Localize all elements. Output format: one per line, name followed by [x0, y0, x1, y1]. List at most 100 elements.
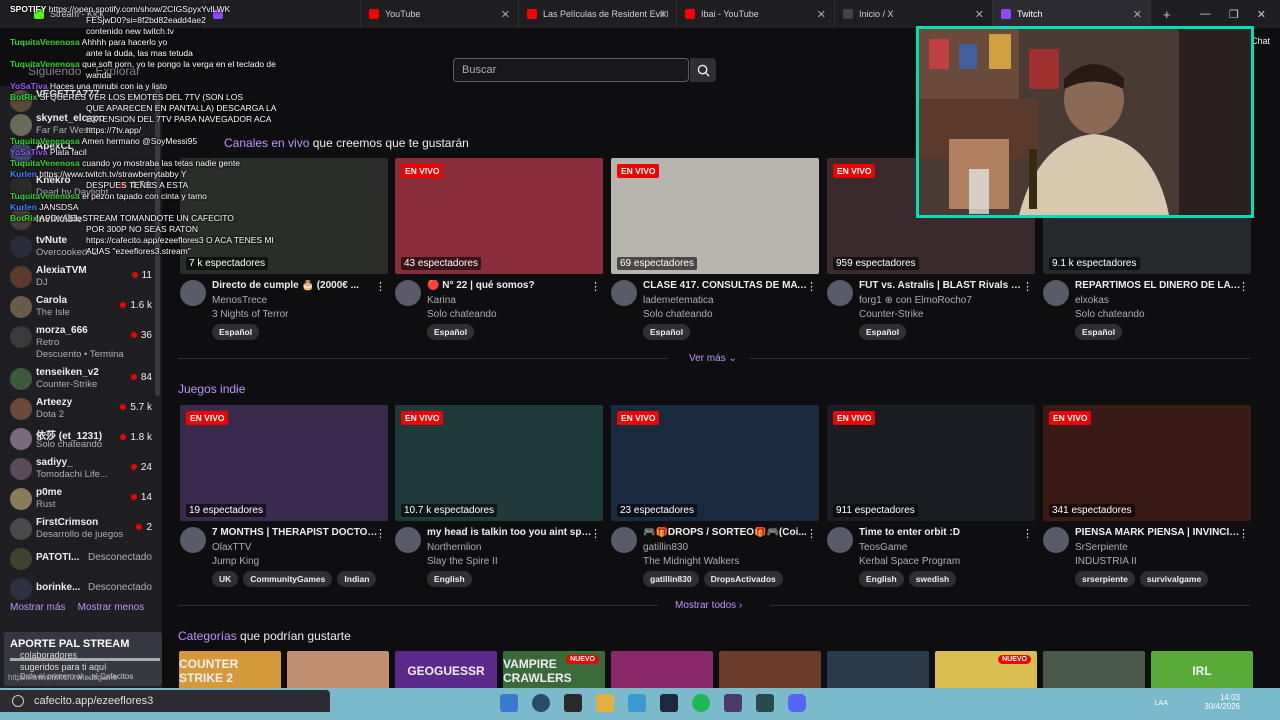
sidebar-item[interactable]: AlexiaTVM DJ 11 — [8, 262, 158, 292]
category-card[interactable] — [719, 651, 821, 691]
maximize-icon[interactable]: ❐ — [1229, 8, 1239, 21]
tag[interactable]: Español — [859, 324, 907, 340]
sidebar-item[interactable]: 依莎 (et_1231) Solo chateando 1.8 k — [8, 424, 158, 454]
tab-resident-evil[interactable]: Las Películas de Resident Evil NO ✕ — [519, 0, 677, 28]
search-icon[interactable] — [532, 694, 550, 712]
sidebar-item[interactable]: Invincible — [8, 204, 158, 234]
game-name[interactable]: Counter-Strike — [859, 309, 923, 320]
tag[interactable]: English — [859, 571, 904, 587]
stream-title[interactable]: 7 MONTHS | THERAPIST DOCTOR... — [212, 527, 378, 538]
nav-following[interactable]: Siguiendo — [28, 64, 81, 78]
tab-x[interactable]: Inicio / X ✕ — [835, 0, 993, 28]
tag[interactable]: gatillin830 — [643, 571, 699, 587]
close-icon[interactable]: ✕ — [1133, 8, 1142, 21]
sidebar-item[interactable]: PATOTI... Desconectado — [8, 544, 158, 574]
more-options-icon[interactable]: ⋮ — [590, 280, 601, 293]
new-tab-button[interactable]: + — [1163, 7, 1171, 22]
more-options-icon[interactable]: ⋮ — [806, 527, 817, 540]
stream-thumbnail[interactable]: EN VIVO 69 espectadores — [611, 158, 819, 274]
channel-name[interactable]: forg1 ⊕ con ElmoRocho7 — [859, 295, 972, 306]
task-view-icon[interactable] — [564, 694, 582, 712]
windows-start-icon[interactable] — [500, 694, 518, 712]
game-name[interactable]: Solo chateando — [427, 309, 497, 320]
channel-name[interactable]: Karina — [427, 295, 456, 306]
tag[interactable]: English — [427, 571, 472, 587]
tab-ibai[interactable]: Ibai - YouTube ✕ — [677, 0, 835, 28]
tag[interactable]: Español — [1075, 324, 1123, 340]
category-card[interactable] — [1043, 651, 1145, 691]
more-options-icon[interactable]: ⋮ — [806, 280, 817, 293]
tag[interactable]: swedish — [908, 571, 957, 587]
sidebar-scrollbar[interactable] — [155, 86, 160, 396]
sidebar-item[interactable]: tvNute Overcooked! 2 — [8, 232, 158, 262]
channel-name[interactable]: lademetematica — [643, 295, 714, 306]
game-name[interactable]: 3 Nights of Terror — [212, 309, 289, 320]
avatar[interactable] — [611, 527, 637, 553]
sidebar-item[interactable]: Knekro Dead by Daylight 4.7 k — [8, 172, 158, 202]
show-less-link[interactable]: Mostrar menos — [78, 602, 145, 613]
stream-thumbnail[interactable]: EN VIVO 43 espectadores — [395, 158, 603, 274]
avatar[interactable] — [395, 527, 421, 553]
avatar[interactable] — [1043, 280, 1069, 306]
game-name[interactable]: Slay the Spire II — [427, 556, 498, 567]
category-card[interactable] — [287, 651, 389, 691]
tag[interactable]: Indian — [337, 571, 377, 587]
stream-thumbnail[interactable]: EN VIVO 10.7 k espectadores — [395, 405, 603, 521]
avatar[interactable] — [180, 527, 206, 553]
tab-youtube[interactable]: YouTube ✕ — [361, 0, 519, 28]
show-more-link[interactable]: Mostrar más — [10, 602, 66, 613]
close-icon[interactable]: ✕ — [817, 8, 826, 21]
tab-twitch-spotify[interactable] — [205, 0, 361, 28]
stream-title[interactable]: my head is talkin too you aint spe... — [427, 527, 593, 538]
category-card[interactable]: VAMPIRE CRAWLERS NUEVO — [503, 651, 605, 691]
stream-title[interactable]: 🎮🎁DROPS / SORTEO🎁🎮(Coi... — [643, 527, 809, 538]
sidebar-item[interactable]: p0me Rust 14 — [8, 484, 158, 514]
sidebar-item[interactable]: ApexCL — [8, 138, 158, 168]
sidebar-item[interactable]: borinke... Desconectado — [8, 574, 158, 604]
category-card[interactable] — [827, 651, 929, 691]
channel-name[interactable]: OlaxTTV — [212, 542, 251, 553]
tag[interactable]: Español — [212, 324, 260, 340]
avatar[interactable] — [395, 280, 421, 306]
game-name[interactable]: Solo chateando — [1075, 309, 1145, 320]
stream-title[interactable]: CLASE 417. CONSULTAS DE MATE... — [643, 280, 809, 291]
sidebar-item[interactable]: Carola The Isle 1.6 k — [8, 292, 158, 322]
stream-thumbnail[interactable]: EN VIVO 341 espectadores — [1043, 405, 1251, 521]
tag[interactable]: CommunityGames — [243, 571, 333, 587]
tag[interactable]: Español — [427, 324, 475, 340]
stream-title[interactable]: Directo de cumple 🎂 (2000€ ... — [212, 280, 378, 291]
close-icon[interactable]: ✕ — [975, 8, 984, 21]
nav-explore[interactable]: Explorar — [95, 64, 140, 78]
avatar[interactable] — [1043, 527, 1069, 553]
category-card[interactable]: NUEVO — [935, 651, 1037, 691]
stream-title[interactable]: FUT vs. Astralis | BLAST Rivals 20... — [859, 280, 1025, 291]
stream-thumbnail[interactable]: EN VIVO 19 espectadores — [180, 405, 388, 521]
clock[interactable]: 14:03 30/4/2026 — [1204, 693, 1240, 711]
tag[interactable]: survivalgame — [1139, 571, 1209, 587]
more-options-icon[interactable]: ⋮ — [590, 527, 601, 540]
more-options-icon[interactable]: ⋮ — [1022, 280, 1033, 293]
more-options-icon[interactable]: ⋮ — [375, 527, 386, 540]
channel-name[interactable]: MenosTrece — [212, 295, 267, 306]
tag[interactable]: UK — [212, 571, 239, 587]
app-icon[interactable] — [756, 694, 774, 712]
url-status-bar[interactable]: cafecito.app/ezeeflores3 — [0, 690, 330, 712]
avatar[interactable] — [827, 280, 853, 306]
stream-title[interactable]: REPARTIMOS EL DINERO DE LA A... — [1075, 280, 1241, 291]
game-name[interactable]: Kerbal Space Program — [859, 556, 960, 567]
browser-icon[interactable] — [628, 694, 646, 712]
stream-thumbnail[interactable]: EN VIVO 911 espectadores — [827, 405, 1035, 521]
minimize-icon[interactable]: — — [1200, 8, 1211, 20]
avatar[interactable] — [827, 527, 853, 553]
file-explorer-icon[interactable] — [596, 694, 614, 712]
stream-thumbnail[interactable]: EN VIVO 23 espectadores — [611, 405, 819, 521]
section-indie-title[interactable]: Juegos indie — [178, 382, 245, 396]
search-input[interactable]: Buscar — [453, 58, 689, 82]
steam-icon[interactable] — [660, 694, 678, 712]
app-icon[interactable] — [724, 694, 742, 712]
sidebar-item[interactable]: tenseiken_v2 Counter-Strike 84 — [8, 364, 158, 394]
discord-icon[interactable] — [788, 694, 806, 712]
stream-title[interactable]: PIENSA MARK PIENSA | INVINCIB... — [1075, 527, 1241, 538]
channel-name[interactable]: gatillin830 — [643, 542, 688, 553]
search-button[interactable] — [690, 58, 716, 82]
